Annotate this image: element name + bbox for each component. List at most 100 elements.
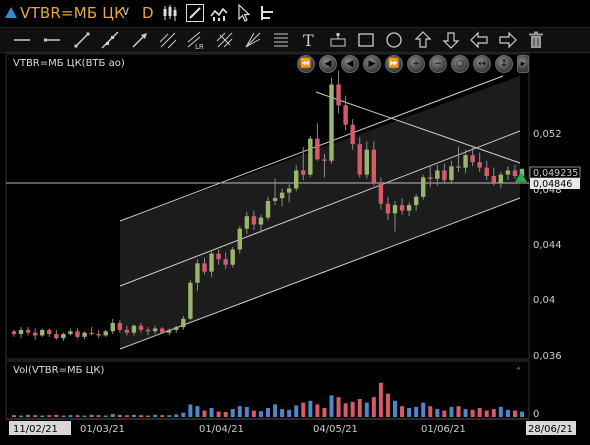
ray-icon[interactable]: [42, 30, 62, 50]
volume-bar: [82, 415, 87, 417]
candle-body: [498, 174, 504, 183]
trash-icon[interactable]: [526, 30, 546, 50]
candle-body: [195, 263, 200, 283]
collapse-horizontal-icon[interactable]: ↕: [495, 55, 513, 73]
candle-body: [202, 263, 207, 272]
candle-body: [216, 253, 221, 260]
volume-pane-collapse-icon[interactable]: ˄: [516, 366, 521, 378]
volume-bar: [322, 408, 327, 417]
volume-bar: [209, 408, 214, 417]
rectangle-icon[interactable]: [356, 30, 376, 50]
line-icon[interactable]: [12, 30, 32, 50]
candle-body: [505, 170, 511, 175]
volume-bar: [237, 406, 242, 417]
gann-icon[interactable]: [243, 30, 263, 50]
circle-icon[interactable]: [384, 30, 404, 50]
candle-body: [47, 329, 52, 335]
candle-body: [223, 259, 228, 265]
candle-body: [421, 177, 426, 197]
start-date-label: 11/02/21: [13, 424, 58, 435]
volume-bar: [407, 408, 412, 417]
tree-icon[interactable]: [259, 4, 277, 22]
volume-bar: [266, 408, 270, 417]
volume-bar: [33, 415, 38, 417]
segment-icon[interactable]: [72, 30, 92, 50]
chart-area[interactable]: VTBR=МБ ЦК(ВТБ ао) Vol(VTBR=МБ ЦК) 0,052…: [0, 53, 590, 445]
candle-body: [378, 182, 384, 204]
volume-bar: [19, 415, 24, 417]
zoom-out-icon[interactable]: −: [429, 55, 447, 73]
arrow-right-icon[interactable]: [498, 30, 518, 50]
volume-bar: [294, 405, 299, 417]
price-label-icon[interactable]: [328, 30, 348, 50]
volume-bar: [385, 393, 390, 417]
volume-bar: [251, 410, 256, 417]
candles-icon[interactable]: [162, 4, 180, 22]
scroll-last-icon[interactable]: ⏩: [385, 55, 403, 73]
draw-icon[interactable]: [186, 4, 204, 22]
arrow-icon[interactable]: [130, 30, 150, 50]
candle-body: [124, 329, 130, 333]
candle-body: [385, 203, 391, 214]
candle-body: [117, 322, 123, 330]
volume-bar: [470, 409, 475, 417]
zoom-fit-icon[interactable]: ○: [451, 55, 469, 73]
scroll-right-icon[interactable]: ▶: [363, 55, 381, 73]
svg-text:LR: LR: [195, 43, 204, 50]
indicator-icon[interactable]: [210, 4, 228, 22]
candle-body: [265, 200, 271, 218]
candle-body: [110, 322, 115, 332]
scroll-first-icon[interactable]: ⏪: [297, 55, 315, 73]
title-bar: VTBR=МБ ЦК ∨ D: [0, 0, 590, 28]
volume-bar: [491, 409, 496, 417]
volume-bar: [357, 399, 362, 417]
volume-bar: [139, 415, 143, 417]
candle-body: [103, 331, 108, 336]
candle-body: [61, 334, 66, 339]
volume-bar: [371, 397, 376, 417]
extended-line-icon[interactable]: [100, 30, 120, 50]
scroll-end-icon[interactable]: ▸: [517, 55, 529, 73]
cursor-icon[interactable]: [235, 4, 253, 22]
zoom-in-icon[interactable]: +: [407, 55, 425, 73]
symbol-selector[interactable]: VTBR=МБ ЦК: [20, 4, 125, 22]
volume-bar: [329, 395, 334, 417]
volume-bar: [280, 409, 285, 417]
volume-bar: [146, 415, 151, 417]
expand-horizontal-icon[interactable]: ↔: [473, 55, 491, 73]
scroll-left-icon[interactable]: ◀: [341, 55, 359, 73]
candle-body: [96, 334, 101, 336]
interval-selector[interactable]: D: [142, 4, 154, 22]
candle-body: [251, 216, 257, 225]
candle-body: [456, 166, 461, 168]
volume-bar: [230, 409, 235, 417]
volume-bar: [47, 415, 52, 417]
candle-body: [131, 325, 137, 333]
chevron-down-icon[interactable]: ∨: [121, 4, 131, 19]
arrow-down-icon[interactable]: [441, 30, 461, 50]
arrow-up-icon[interactable]: [413, 30, 433, 50]
arrow-left-icon[interactable]: [469, 30, 489, 50]
y-tick-label: 0,04: [533, 295, 555, 306]
volume-pane-title: Vol(VTBR=МБ ЦК): [13, 365, 105, 376]
horizontal-lines-icon[interactable]: [271, 30, 291, 50]
candle-body: [399, 205, 405, 211]
volume-bar: [435, 409, 440, 417]
volume-bar: [364, 402, 369, 417]
volume-bar: [89, 414, 94, 417]
y-tick-label: 0,044: [533, 240, 562, 251]
volume-bar: [428, 406, 433, 417]
text-icon[interactable]: T: [299, 30, 319, 50]
fib-icon[interactable]: [158, 30, 178, 50]
candle-body: [435, 170, 440, 179]
candle-body: [89, 332, 94, 335]
candle-body: [470, 155, 475, 163]
candle-body: [11, 331, 17, 335]
candle-body: [237, 228, 242, 250]
scroll-left-fast-icon[interactable]: ◀: [319, 55, 337, 73]
pitchfork-icon[interactable]: [215, 30, 235, 50]
candle-body: [40, 329, 45, 336]
lr-channel-icon[interactable]: LR: [186, 30, 206, 50]
drawing-toolbar: LR T: [0, 28, 590, 53]
volume-bar: [61, 415, 66, 417]
